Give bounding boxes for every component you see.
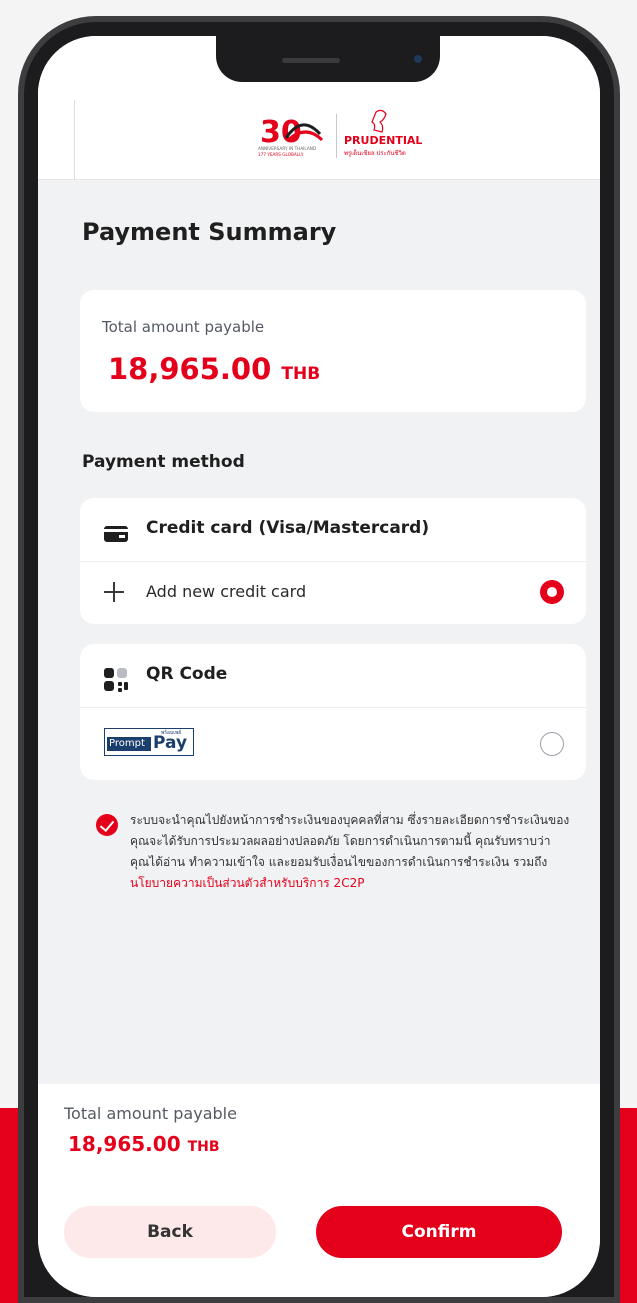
logo-separator [336,114,337,158]
phone-screen: 30 ANNIVERSARY IN THAILAND 177 YEARS GLO… [38,36,600,1297]
qr-code-method-card: QR Code พร้อมเพย์ Prompt Pay [80,644,586,780]
consent-text: ระบบจะนำคุณไปยังหน้าการชำระเงินของบุคคลท… [130,810,570,894]
consent-checkbox-checked-icon[interactable] [96,814,118,836]
privacy-policy-link[interactable]: นโยบายความเป็นส่วนตัวสำหรับบริการ 2C2P [130,876,364,890]
qr-code-method-title: QR Code [146,664,228,684]
total-amount-value: 18,965.00 THB [108,352,320,386]
header-divider-line [74,100,75,180]
brand-name: PRUDENTIAL [344,134,422,147]
qr-code-method-header: QR Code [80,644,586,708]
confirm-button[interactable]: Confirm [316,1206,562,1258]
front-camera [414,55,422,63]
bottom-summary-bar: Total amount payable 18,965.00 THB Back … [38,1084,600,1297]
anniversary-line-1: ANNIVERSARY IN THAILAND [258,146,316,151]
prudential-logo: PRUDENTIAL พรูเด็นเชียล ประกันชีวิต [344,109,422,157]
total-amount-currency: THB [281,364,321,384]
add-new-credit-card-label: Add new credit card [146,582,307,601]
consent-body: ระบบจะนำคุณไปยังหน้าการชำระเงินของบุคคลท… [130,813,570,869]
credit-card-icon [104,526,128,542]
credit-card-method-header: Credit card (Visa/Mastercard) [80,498,586,562]
anniversary-30-logo: 30 ANNIVERSARY IN THAILAND 177 YEARS GLO… [258,115,324,157]
promptpay-logo-icon: พร้อมเพย์ Prompt Pay [104,728,194,756]
phone-bezel: 30 ANNIVERSARY IN THAILAND 177 YEARS GLO… [24,22,614,1297]
total-amount-card: Total amount payable 18,965.00 THB [80,290,586,412]
credit-card-method-card: Credit card (Visa/Mastercard) Add new cr… [80,498,586,624]
promptpay-radio[interactable] [540,732,564,756]
payment-method-heading: Payment method [82,452,245,472]
promptpay-option[interactable]: พร้อมเพย์ Prompt Pay [80,708,586,770]
anniversary-line-2: 177 YEARS GLOBALLY [258,152,304,157]
footer-total-number: 18,965.00 [68,1132,181,1156]
credit-card-radio-selected[interactable] [540,580,564,604]
promptpay-logo-prompt: Prompt [107,737,151,751]
footer-total-currency: THB [187,1139,220,1155]
page-title: Payment Summary [82,218,337,246]
footer-total-value: 18,965.00 THB [68,1132,220,1156]
qr-code-icon [104,668,128,692]
total-amount-number: 18,965.00 [108,352,272,386]
add-new-credit-card-option[interactable]: Add new credit card [80,562,586,624]
phone-notch [216,36,440,82]
plus-icon [104,582,124,602]
credit-card-method-title: Credit card (Visa/Mastercard) [146,518,430,538]
promptpay-logo-pay: Pay [153,733,188,753]
brand-tagline: พรูเด็นเชียล ประกันชีวิต [344,148,406,157]
back-button[interactable]: Back [64,1206,276,1258]
speaker-grille [282,58,340,63]
footer-total-label: Total amount payable [64,1104,237,1123]
total-amount-label: Total amount payable [102,318,265,336]
logo-number: 30 [260,115,302,150]
phone-frame: 30 ANNIVERSARY IN THAILAND 177 YEARS GLO… [18,16,620,1303]
